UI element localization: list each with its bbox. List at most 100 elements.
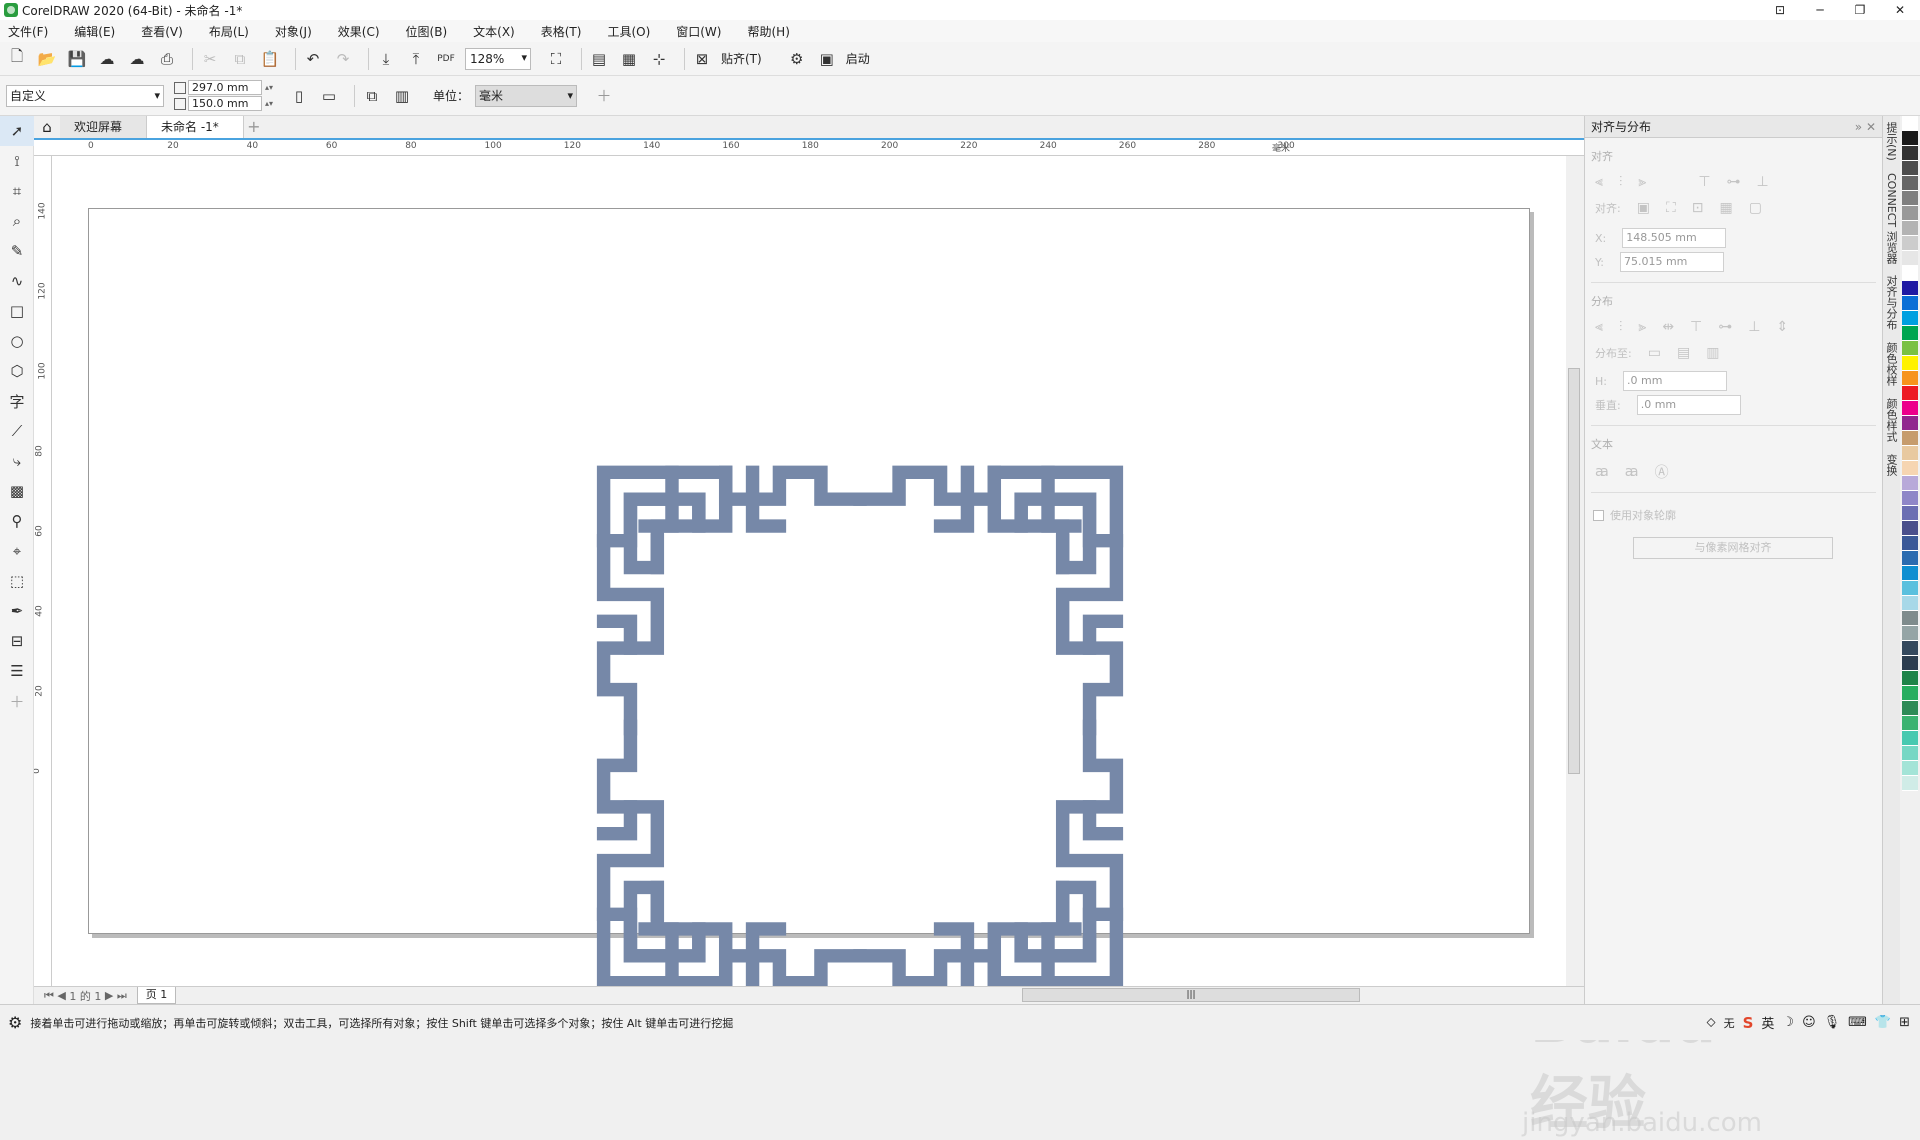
palette-swatch[interactable] bbox=[1902, 476, 1918, 491]
text-last-baseline-icon[interactable]: ꜳ bbox=[1625, 464, 1639, 480]
align-pixel-grid-button[interactable]: 与像素网格对齐 bbox=[1633, 537, 1833, 559]
menu-table[interactable]: 表格(T) bbox=[539, 23, 584, 40]
palette-swatch[interactable] bbox=[1902, 131, 1918, 146]
palette-swatch[interactable] bbox=[1902, 311, 1918, 326]
palette-swatch[interactable] bbox=[1902, 626, 1918, 641]
distribute-page-icon[interactable]: ▤ bbox=[1677, 345, 1690, 361]
palette-swatch[interactable] bbox=[1902, 566, 1918, 581]
palette-swatch[interactable] bbox=[1902, 551, 1918, 566]
align-point-icon[interactable]: ▢ bbox=[1749, 200, 1762, 216]
ime-shirt-icon[interactable]: 👕 bbox=[1875, 1015, 1891, 1030]
show-guidelines-icon[interactable]: ⊹ bbox=[648, 48, 670, 70]
zoom-tool-icon[interactable]: ⌕ bbox=[0, 206, 34, 236]
copy-icon[interactable]: ⧉ bbox=[229, 48, 251, 70]
drawing-canvas[interactable]: Baidu经验 jingyan.baidu.com bbox=[52, 156, 1762, 1138]
palette-swatch[interactable] bbox=[1902, 656, 1918, 671]
palette-swatch[interactable] bbox=[1902, 611, 1918, 626]
palette-swatch[interactable] bbox=[1902, 536, 1918, 551]
launch-icon[interactable]: ▣ bbox=[816, 48, 838, 70]
cut-icon[interactable]: ✂ bbox=[199, 48, 221, 70]
paste-icon[interactable]: 📋 bbox=[259, 48, 281, 70]
redo-icon[interactable]: ↷ bbox=[332, 48, 354, 70]
palette-swatch[interactable] bbox=[1902, 701, 1918, 716]
menu-text[interactable]: 文本(X) bbox=[471, 23, 517, 40]
ime-logo-icon[interactable]: S bbox=[1743, 1014, 1754, 1032]
align-right-icon[interactable]: ⫸ bbox=[1638, 174, 1646, 190]
save-icon[interactable]: 💾 bbox=[66, 48, 88, 70]
distribute-center-icon[interactable]: ⫶ bbox=[1619, 319, 1623, 335]
distribute-spacing-icon[interactable]: ▥ bbox=[1706, 345, 1719, 361]
distribute-space-h-icon[interactable]: ⇹ bbox=[1662, 319, 1674, 335]
palette-swatch[interactable] bbox=[1902, 281, 1918, 296]
use-outline-checkbox[interactable] bbox=[1593, 509, 1604, 521]
side-tab-align[interactable]: 对齐与分布 bbox=[1883, 269, 1899, 336]
page-height-field[interactable]: 150.0 mm bbox=[188, 96, 262, 111]
transparency-tool-icon[interactable]: ▩ bbox=[0, 476, 34, 506]
shape-tool-icon[interactable]: ⟟ bbox=[0, 146, 34, 176]
palette-swatch[interactable] bbox=[1902, 236, 1918, 251]
print-icon[interactable]: ⎙ bbox=[156, 48, 178, 70]
palette-swatch[interactable] bbox=[1902, 491, 1918, 506]
palette-swatch[interactable] bbox=[1902, 521, 1918, 536]
ellipse-tool-icon[interactable]: ○ bbox=[0, 326, 34, 356]
palette-swatch[interactable] bbox=[1902, 761, 1918, 776]
crop-tool-icon[interactable]: ⌗ bbox=[0, 176, 34, 206]
current-page-icon[interactable]: ▥ bbox=[391, 85, 413, 107]
palette-swatch[interactable] bbox=[1902, 116, 1918, 131]
palette-swatch[interactable] bbox=[1902, 371, 1918, 386]
ime-keyboard-icon[interactable]: ⌨ bbox=[1848, 1015, 1867, 1030]
palette-swatch[interactable] bbox=[1902, 416, 1918, 431]
palette-swatch[interactable] bbox=[1902, 686, 1918, 701]
interactive-fill-icon[interactable]: ⌖ bbox=[0, 536, 34, 566]
connector-tool-icon[interactable]: ⤷ bbox=[0, 446, 34, 476]
palette-swatch[interactable] bbox=[1902, 581, 1918, 596]
palette-swatch[interactable] bbox=[1902, 731, 1918, 746]
palette-swatch[interactable] bbox=[1902, 716, 1918, 731]
menu-layout[interactable]: 布局(L) bbox=[207, 23, 251, 40]
palette-swatch[interactable] bbox=[1902, 746, 1918, 761]
page-nav-next-icon[interactable]: ▶ bbox=[105, 989, 113, 1002]
menu-edit[interactable]: 编辑(E) bbox=[72, 23, 117, 40]
full-screen-icon[interactable]: ⛶ bbox=[545, 48, 567, 70]
page-nav-prev-icon[interactable]: ◀ bbox=[57, 989, 65, 1002]
docker-close-icon[interactable]: » ✕ bbox=[1855, 116, 1876, 138]
align-center-v-icon[interactable]: ⊶ bbox=[1727, 174, 1741, 190]
ime-emoji-icon[interactable]: ☺ bbox=[1802, 1015, 1816, 1030]
distribute-left-icon[interactable]: ⫷ bbox=[1595, 319, 1603, 335]
palette-swatch[interactable] bbox=[1902, 326, 1918, 341]
palette-swatch[interactable] bbox=[1902, 776, 1918, 791]
menu-tools[interactable]: 工具(O) bbox=[605, 23, 652, 40]
smart-fill-icon[interactable]: ⬚ bbox=[0, 566, 34, 596]
side-tab-transform[interactable]: 变换 bbox=[1883, 448, 1899, 482]
height-spinner[interactable]: ▴▾ bbox=[262, 99, 276, 108]
distribute-middle-icon[interactable]: ⊶ bbox=[1718, 319, 1732, 335]
ime-mode[interactable]: 英 bbox=[1761, 1013, 1774, 1032]
pen-tool-icon[interactable]: ✒ bbox=[0, 596, 34, 626]
align-left-icon[interactable]: ⫷ bbox=[1595, 174, 1603, 190]
palette-swatch[interactable] bbox=[1902, 191, 1918, 206]
side-tab-color-proof[interactable]: 颜色校样 bbox=[1883, 336, 1899, 392]
page-nav-last-icon[interactable]: ⏭ bbox=[117, 989, 127, 1003]
menu-effects[interactable]: 效果(C) bbox=[336, 23, 382, 40]
palette-swatch[interactable] bbox=[1902, 386, 1918, 401]
all-pages-icon[interactable]: ⧉ bbox=[361, 85, 383, 107]
palette-swatch[interactable] bbox=[1902, 671, 1918, 686]
eyedropper-tool-icon[interactable]: ⚲ bbox=[0, 506, 34, 536]
palette-swatch[interactable] bbox=[1902, 596, 1918, 611]
freehand-tool-icon[interactable]: ✎ bbox=[0, 236, 34, 266]
minimize-button[interactable]: ─ bbox=[1800, 0, 1840, 20]
launch-dropdown[interactable]: 启动 bbox=[846, 50, 870, 67]
v-spacing-field[interactable]: .0 mm bbox=[1636, 395, 1741, 415]
distribute-top-icon[interactable]: ⊤ bbox=[1690, 319, 1702, 335]
vertical-ruler[interactable]: 140 120 100 80 60 40 20 0 bbox=[34, 156, 52, 1004]
tab-welcome[interactable]: 欢迎屏幕 bbox=[60, 116, 148, 138]
align-active-object-icon[interactable]: ▣ bbox=[1637, 200, 1650, 216]
snap-to-dropdown[interactable]: 贴齐(T) bbox=[721, 50, 762, 67]
x-field[interactable]: 148.505 mm bbox=[1622, 228, 1727, 248]
page-nav-first-icon[interactable]: ⏮ bbox=[44, 989, 54, 1003]
align-bottom-icon[interactable]: ⊥ bbox=[1757, 174, 1769, 190]
add-icon[interactable]: ＋ bbox=[593, 85, 615, 107]
palette-swatch[interactable] bbox=[1902, 146, 1918, 161]
fill-indicator-icon[interactable]: ⬦ bbox=[1706, 1015, 1715, 1030]
show-rulers-icon[interactable]: ▤ bbox=[588, 48, 610, 70]
